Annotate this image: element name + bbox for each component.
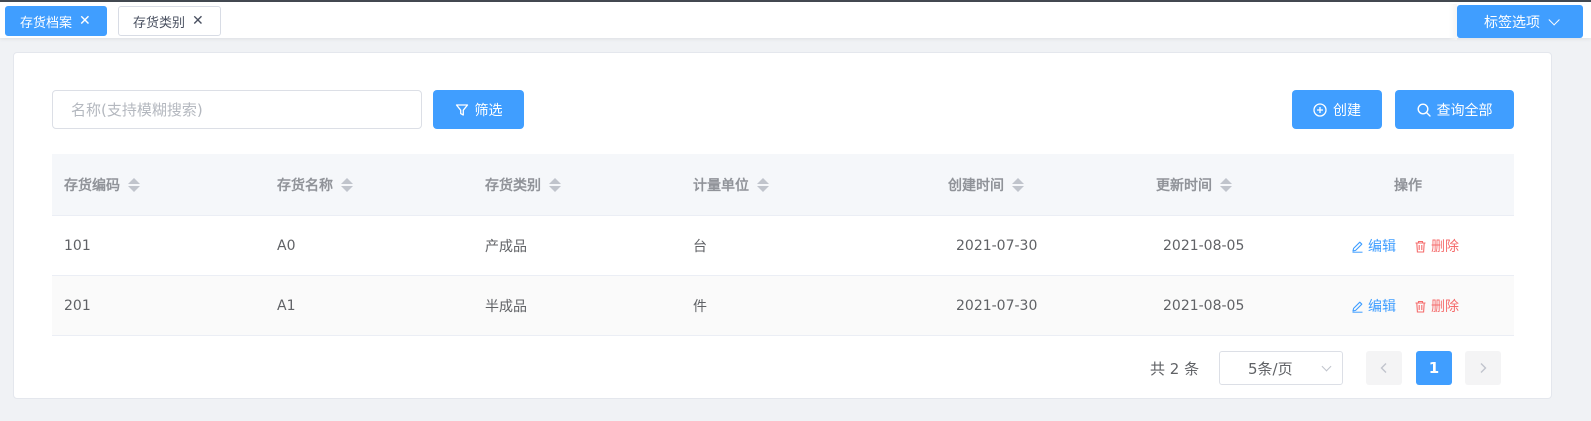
tab-options-shade [1449, 4, 1457, 40]
cell-unit: 台 [693, 239, 707, 255]
filter-label: 筛选 [474, 102, 503, 119]
create-label: 创建 [1333, 102, 1361, 119]
column-header-category[interactable]: 存货类别 [485, 154, 561, 216]
delete-button[interactable]: 删除 [1414, 296, 1459, 316]
main-card: 筛选 创建 查询全部 存货编码 存货名称 存货类别 [13, 52, 1552, 399]
cell-category: 半成品 [485, 299, 527, 315]
circle-plus-icon [1313, 102, 1327, 117]
trash-icon [1415, 240, 1426, 253]
table-header: 存货编码 存货名称 存货类别 计量单位 创建时间 更新时间 操作 [52, 154, 1514, 216]
delete-label: 删除 [1431, 299, 1459, 315]
cell-unit: 件 [693, 299, 707, 315]
sort-icon[interactable] [341, 178, 353, 192]
sort-icon[interactable] [128, 178, 140, 192]
cell-created: 2021-07-30 [956, 238, 1038, 254]
edit-icon [1352, 301, 1363, 313]
column-header-label: 存货类别 [485, 178, 541, 194]
cell-code: 101 [64, 238, 91, 254]
page-size-select[interactable]: 5条/页 [1219, 351, 1343, 385]
cell-updated: 2021-08-05 [1163, 298, 1245, 314]
query-all-label: 查询全部 [1436, 102, 1493, 119]
close-icon[interactable]: ✕ [192, 14, 204, 28]
cell-actions: 编辑 删除 [1351, 216, 1459, 276]
chevron-down-icon [1321, 361, 1332, 372]
edit-icon [1352, 241, 1363, 253]
cell-name: A0 [277, 238, 296, 254]
sort-icon[interactable] [549, 178, 561, 192]
column-header-label: 创建时间 [948, 178, 1004, 194]
chevron-down-icon [1548, 13, 1560, 26]
close-icon[interactable]: ✕ [79, 14, 91, 28]
column-header-label: 存货名称 [277, 178, 333, 194]
edit-button[interactable]: 编辑 [1351, 296, 1396, 316]
column-header-name[interactable]: 存货名称 [277, 154, 353, 216]
cell-category: 产成品 [485, 239, 527, 255]
filter-button[interactable]: 筛选 [433, 90, 524, 129]
column-header-updated[interactable]: 更新时间 [1156, 154, 1232, 216]
column-header-label: 计量单位 [693, 178, 749, 194]
cell-name: A1 [277, 298, 296, 314]
edit-button[interactable]: 编辑 [1351, 236, 1396, 256]
query-all-button[interactable]: 查询全部 [1395, 90, 1514, 129]
cell-code: 201 [64, 298, 91, 314]
page-number-current[interactable]: 1 [1416, 351, 1452, 385]
column-header-actions: 操作 [1394, 154, 1422, 216]
tab-label: 存货档案 [20, 15, 73, 31]
page-size-value: 5条/页 [1248, 359, 1293, 378]
table-row: 201 A1 半成品 件 2021-07-30 2021-08-05 编辑 删除 [52, 276, 1514, 336]
sort-icon[interactable] [1220, 178, 1232, 192]
create-button[interactable]: 创建 [1292, 90, 1382, 129]
column-header-label: 更新时间 [1156, 178, 1212, 194]
edit-label: 编辑 [1368, 239, 1396, 255]
inventory-table: 存货编码 存货名称 存货类别 计量单位 创建时间 更新时间 操作 101 A0 … [52, 154, 1514, 336]
table-row: 101 A0 产成品 台 2021-07-30 2021-08-05 编辑 删除 [52, 216, 1514, 276]
column-header-label: 操作 [1394, 178, 1422, 194]
cell-updated: 2021-08-05 [1163, 238, 1245, 254]
sort-icon[interactable] [757, 178, 769, 192]
column-header-code[interactable]: 存货编码 [64, 154, 140, 216]
cell-actions: 编辑 删除 [1351, 276, 1459, 336]
delete-label: 删除 [1431, 239, 1459, 255]
delete-button[interactable]: 删除 [1414, 236, 1459, 256]
cell-created: 2021-07-30 [956, 298, 1038, 314]
search-icon [1416, 102, 1431, 117]
column-header-label: 存货编码 [64, 178, 120, 194]
sort-icon[interactable] [1012, 178, 1024, 192]
tags-view-bar: 存货档案 ✕ 存货类别 ✕ 标签选项 [0, 2, 1591, 40]
edit-label: 编辑 [1368, 299, 1396, 315]
tab-label: 存货类别 [133, 15, 186, 31]
pagination-total: 共 2 条 [1150, 360, 1200, 378]
tab-options-button[interactable]: 标签选项 [1457, 5, 1583, 38]
tab-inventory-archive[interactable]: 存货档案 ✕ [5, 6, 107, 36]
trash-icon [1415, 300, 1426, 313]
search-input[interactable] [52, 90, 422, 129]
prev-page-button[interactable] [1366, 351, 1402, 385]
column-header-created[interactable]: 创建时间 [948, 154, 1024, 216]
filter-icon [455, 103, 468, 116]
next-page-button[interactable] [1465, 351, 1501, 385]
tab-inventory-category[interactable]: 存货类别 ✕ [118, 6, 221, 36]
chevron-right-icon [1480, 363, 1487, 373]
chevron-left-icon [1380, 363, 1387, 373]
column-header-unit[interactable]: 计量单位 [693, 154, 769, 216]
tab-options-label: 标签选项 [1484, 14, 1540, 31]
